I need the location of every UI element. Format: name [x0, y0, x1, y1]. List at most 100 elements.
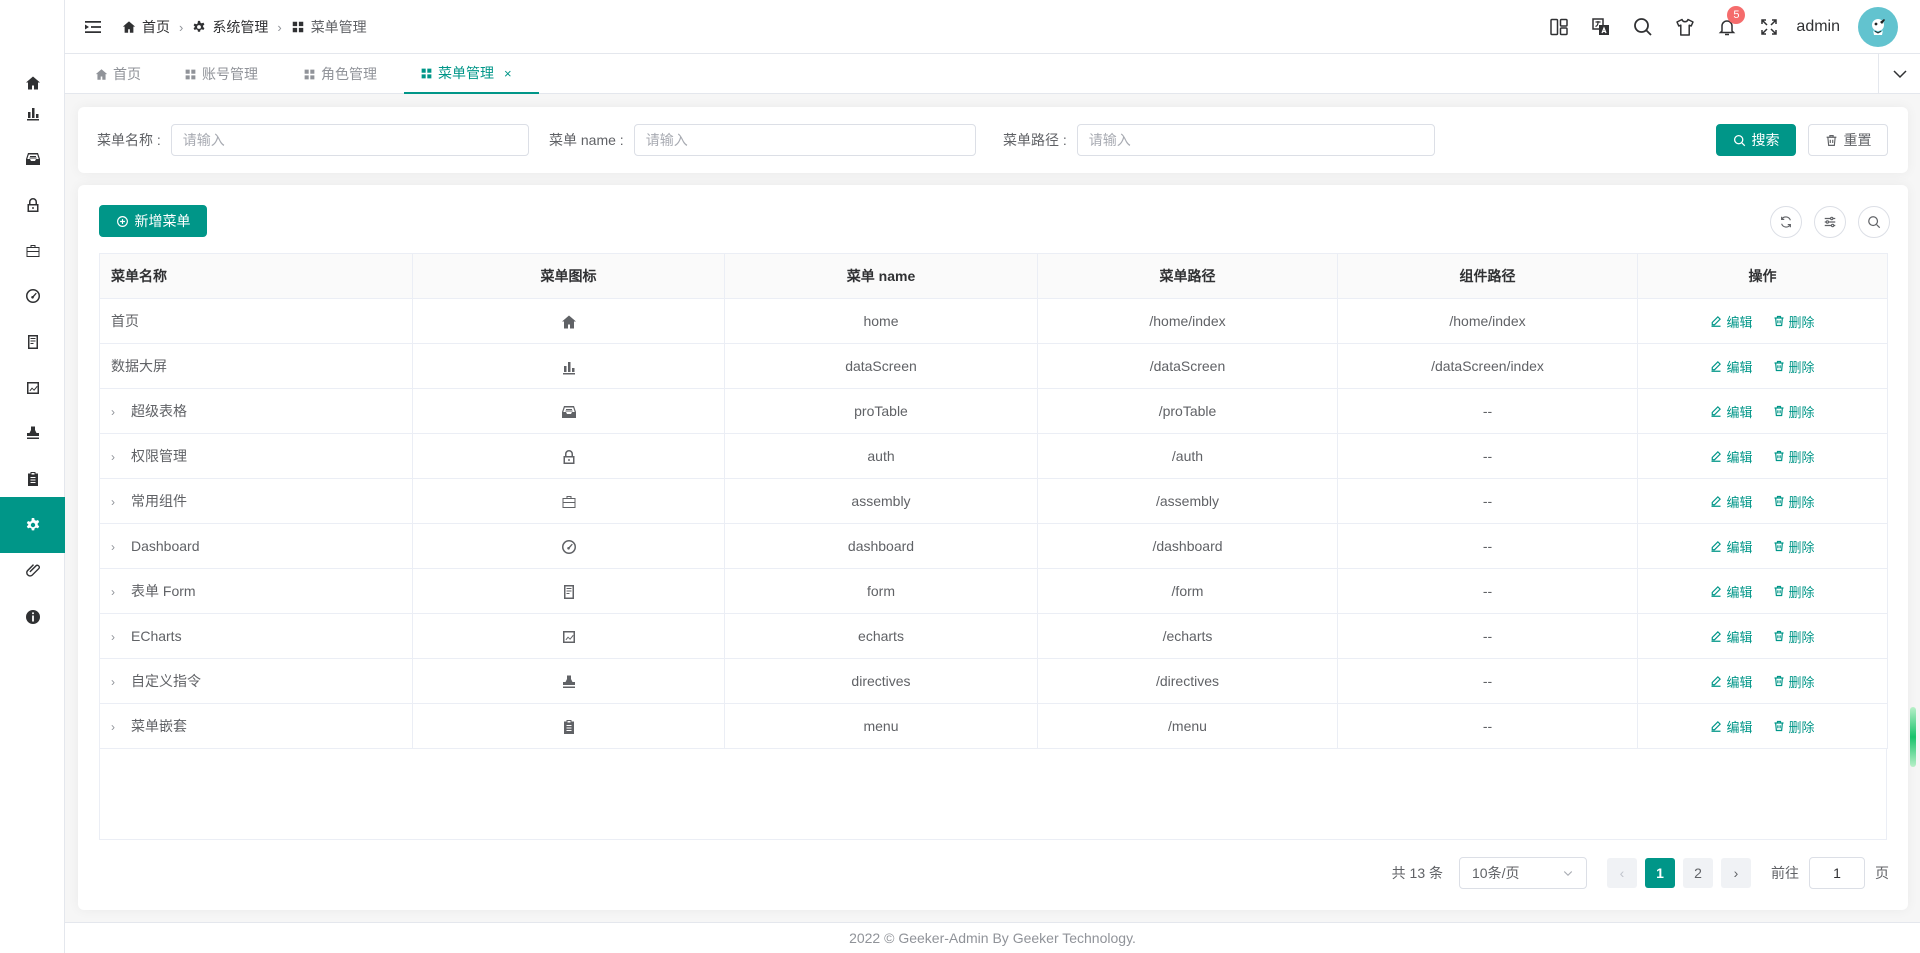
table-row[interactable]: › 权限管理 auth/auth -- 编辑 删除	[99, 433, 1888, 479]
expand-icon[interactable]: ›	[111, 405, 125, 419]
close-icon[interactable]: ×	[504, 66, 512, 81]
delete-button[interactable]: 删除	[1773, 492, 1815, 511]
tab-account[interactable]: 账号管理	[174, 54, 268, 94]
toggle-search-button[interactable]	[1858, 206, 1890, 238]
pagination-total: 共 13 条	[1391, 865, 1443, 881]
table-row[interactable]: › 常用组件 assembly/assembly -- 编辑 删除	[99, 478, 1888, 524]
layout-button[interactable]	[1548, 16, 1570, 38]
notification-button[interactable]: 5	[1716, 6, 1746, 38]
expand-icon[interactable]: ›	[111, 720, 125, 734]
refresh-button[interactable]	[1770, 206, 1802, 238]
tab-label: 角色管理	[321, 66, 377, 82]
cell-menu-code: form	[724, 568, 1038, 614]
reset-button[interactable]: 重置	[1808, 124, 1888, 156]
edit-button[interactable]: 编辑	[1710, 582, 1753, 601]
expand-icon[interactable]: ›	[111, 630, 125, 644]
translate-icon	[1592, 18, 1610, 35]
tab-menu[interactable]: 菜单管理 ×	[404, 54, 539, 94]
edit-button[interactable]: 编辑	[1710, 357, 1753, 376]
edit-button[interactable]: 编辑	[1710, 492, 1753, 511]
search-button[interactable]: 搜索	[1716, 124, 1796, 156]
edit-button[interactable]: 编辑	[1710, 717, 1753, 736]
trash-icon	[1774, 450, 1783, 462]
menu-name-text: 超级表格	[131, 403, 187, 419]
expand-icon[interactable]: ›	[111, 585, 125, 599]
menu-path-label: 菜单路径 :	[1003, 132, 1067, 148]
language-button[interactable]	[1590, 16, 1612, 38]
edit-button[interactable]: 编辑	[1710, 672, 1753, 691]
delete-button[interactable]: 删除	[1773, 357, 1815, 376]
delete-button[interactable]: 删除	[1773, 447, 1815, 466]
page-size-select[interactable]: 10条/页	[1459, 857, 1587, 889]
edit-button[interactable]: 编辑	[1710, 447, 1753, 466]
search-button[interactable]	[1632, 16, 1654, 38]
delete-button[interactable]: 删除	[1773, 627, 1815, 646]
theme-button[interactable]	[1674, 16, 1696, 38]
username[interactable]: admin	[1796, 18, 1840, 36]
cell-menu-name: › Dashboard	[99, 523, 413, 569]
goto-page-input[interactable]	[1809, 857, 1865, 889]
fullscreen-button[interactable]	[1758, 16, 1780, 38]
table-row[interactable]: › 表单 Form form/form -- 编辑 删除	[99, 568, 1888, 614]
expand-icon[interactable]: ›	[111, 450, 125, 464]
edit-button[interactable]: 编辑	[1710, 402, 1753, 421]
menu-name-field: 菜单名称 :	[97, 124, 529, 156]
tab-home[interactable]: 首页	[85, 54, 151, 94]
cell-menu-code: proTable	[724, 388, 1038, 434]
expand-icon[interactable]: ›	[111, 540, 125, 554]
edit-button[interactable]: 编辑	[1710, 537, 1753, 556]
page-size-value: 10条/页	[1472, 865, 1520, 881]
table-row[interactable]: 首页 home/home/index/home/index 编辑 删除	[99, 298, 1888, 344]
edit-label: 编辑	[1726, 359, 1753, 375]
sidebar-item-about[interactable]	[0, 589, 65, 645]
menu-name-text: 表单 Form	[131, 583, 196, 599]
page-button-1[interactable]: 1	[1645, 858, 1675, 888]
expand-icon[interactable]: ›	[111, 495, 125, 509]
table-row[interactable]: › 菜单嵌套 menu/menu -- 编辑 删除	[99, 703, 1888, 749]
add-menu-button[interactable]: 新增菜单	[99, 205, 207, 237]
delete-button[interactable]: 删除	[1773, 402, 1815, 421]
table-row[interactable]: › 超级表格 proTable/proTable -- 编辑 删除	[99, 388, 1888, 434]
delete-button[interactable]: 删除	[1773, 537, 1815, 556]
next-page-button[interactable]: ›	[1721, 858, 1751, 888]
page-button-2[interactable]: 2	[1683, 858, 1713, 888]
delete-button[interactable]: 删除	[1773, 312, 1815, 331]
column-settings-button[interactable]	[1814, 206, 1846, 238]
cell-menu-code: home	[724, 298, 1038, 344]
table-row[interactable]: › Dashboard dashboard/dashboard -- 编辑 删除	[99, 523, 1888, 569]
tab-role[interactable]: 角色管理	[293, 54, 387, 94]
edit-label: 编辑	[1726, 584, 1753, 600]
delete-label: 删除	[1788, 539, 1815, 555]
table-row[interactable]: › ECharts echarts/echarts -- 编辑 删除	[99, 613, 1888, 659]
cell-component-path: --	[1337, 523, 1638, 569]
chevron-down-icon	[1563, 871, 1573, 877]
table-row[interactable]: 数据大屏 dataScreen/dataScreen/dataScreen/ind…	[99, 343, 1888, 389]
edit-button[interactable]: 编辑	[1710, 627, 1753, 646]
gear-icon	[193, 20, 205, 32]
header-tools: 5 admin	[1548, 0, 1920, 54]
delete-button[interactable]: 删除	[1773, 672, 1815, 691]
cell-component-path: --	[1337, 388, 1638, 434]
edit-icon	[1711, 451, 1722, 462]
bar-chart-icon	[562, 361, 575, 375]
delete-button[interactable]: 删除	[1773, 717, 1815, 736]
delete-button[interactable]: 删除	[1773, 582, 1815, 601]
avatar[interactable]	[1858, 7, 1898, 47]
tabs-more-button[interactable]	[1878, 54, 1920, 94]
trash-icon	[1774, 405, 1783, 417]
scrollbar-thumb[interactable]	[1910, 707, 1916, 767]
expand-icon[interactable]: ›	[111, 675, 125, 689]
menu-path-input[interactable]	[1076, 124, 1435, 156]
goto-label: 前往	[1771, 865, 1799, 881]
table-row[interactable]: › 自定义指令 directives/directives -- 编辑 删除	[99, 658, 1888, 704]
breadcrumb-home[interactable]: 首页	[122, 17, 170, 37]
menu-name-input[interactable]	[170, 124, 529, 156]
prev-page-button[interactable]: ‹	[1607, 858, 1637, 888]
breadcrumb-system[interactable]: 系统管理	[192, 17, 268, 37]
menu-code-input[interactable]	[633, 124, 976, 156]
trend-chart-icon	[26, 382, 39, 394]
menu-name-text: 菜单嵌套	[131, 718, 187, 734]
menu-fold-icon[interactable]	[83, 17, 103, 37]
edit-button[interactable]: 编辑	[1710, 312, 1753, 331]
edit-icon	[1711, 676, 1722, 687]
